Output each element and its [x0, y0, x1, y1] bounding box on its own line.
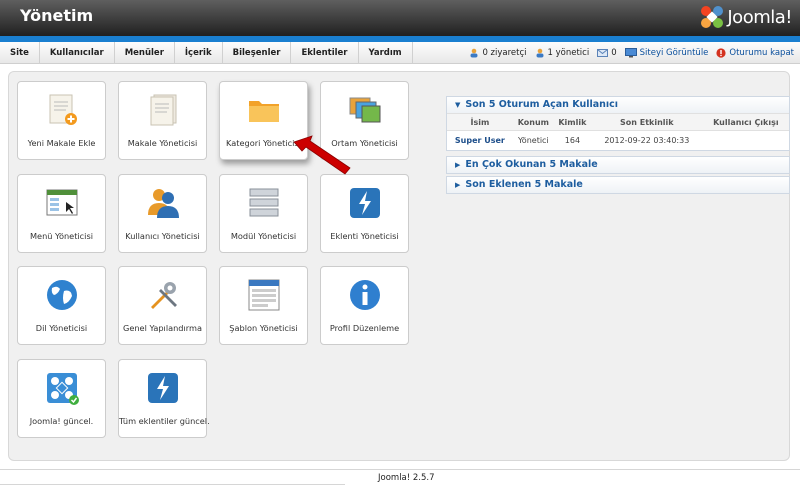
- admins-status: 1 yönetici: [535, 48, 590, 58]
- joomla-update-icon: [47, 373, 79, 405]
- main-menu: Site Kullanıcılar Menüler İçerik Bileşen…: [0, 42, 413, 64]
- footer-divider: [0, 469, 800, 470]
- messages-status[interactable]: 0: [597, 48, 617, 58]
- column-header-location[interactable]: Konum: [512, 113, 554, 131]
- messages-count: 0: [611, 48, 617, 58]
- logout-link[interactable]: Oturumu kapat: [716, 48, 794, 58]
- tile-menu-manager[interactable]: Menü Yöneticisi: [17, 174, 106, 253]
- table-row: Super User Yönetici 164 2012-09-22 03:40…: [447, 131, 789, 150]
- plugin-icon: [350, 188, 380, 218]
- tile-label: Eklenti Yöneticisi: [330, 231, 399, 241]
- footer-version: Joomla! 2.5.7: [378, 473, 435, 483]
- tile-label: Dil Yöneticisi: [35, 323, 88, 333]
- tile-label: Tüm eklentiler güncel.: [119, 416, 210, 426]
- admins-icon: [536, 48, 544, 58]
- annotation-arrow-icon: [293, 135, 351, 175]
- latest-articles-pane[interactable]: ▶ Son Eklenen 5 Makale: [446, 176, 790, 194]
- user-location: Yönetici: [517, 135, 549, 145]
- tools-icon: [151, 282, 177, 309]
- user-name-link[interactable]: Super User: [447, 131, 513, 150]
- tile-label: Joomla! güncel.: [29, 416, 94, 426]
- tile-label: Kullanıcı Yöneticisi: [125, 231, 200, 241]
- caret-down-icon: ▼: [455, 101, 461, 109]
- page-title: Yönetim: [20, 6, 94, 25]
- caret-right-icon: ▶: [455, 181, 461, 189]
- template-icon: [248, 279, 280, 311]
- menu-item-help[interactable]: Yardım: [359, 42, 413, 64]
- info-icon: [350, 280, 380, 310]
- tile-template-manager[interactable]: Şablon Yöneticisi: [219, 266, 308, 345]
- logged-in-users-pane: ▼ Son 5 Oturum Açan Kullanıcı İsim Konum …: [446, 96, 790, 151]
- menu-bar: Site Kullanıcılar Menüler İçerik Bileşen…: [0, 42, 800, 64]
- tile-label: Makale Yöneticisi: [127, 138, 198, 148]
- menu-manager-icon: [46, 189, 78, 216]
- tile-label: Yeni Makale Ekle: [27, 138, 96, 148]
- tile-article-manager[interactable]: Makale Yöneticisi: [118, 81, 207, 160]
- visitors-status: 0 ziyaretçi: [469, 48, 527, 58]
- column-header-logout[interactable]: Kullanıcı Çıkışı: [702, 113, 789, 131]
- view-site-label: Siteyi Görüntüle: [639, 48, 709, 58]
- visitors-icon: [470, 48, 478, 58]
- view-site-link[interactable]: Siteyi Görüntüle: [624, 48, 709, 58]
- logged-in-users-header[interactable]: ▼ Son 5 Oturum Açan Kullanıcı: [447, 97, 789, 113]
- globe-icon: [47, 280, 77, 310]
- logo-text: Joomla!: [727, 6, 792, 28]
- tile-label: Şablon Yöneticisi: [229, 323, 298, 333]
- menu-item-components[interactable]: Bileşenler: [223, 42, 292, 64]
- logout-label: Oturumu kapat: [729, 48, 794, 58]
- latest-articles-header[interactable]: ▶ Son Eklenen 5 Makale: [447, 177, 789, 193]
- admins-count: 1 yönetici: [547, 48, 590, 58]
- tile-plugin-manager[interactable]: Eklenti Yöneticisi: [320, 174, 409, 253]
- menu-item-menus[interactable]: Menüler: [115, 42, 175, 64]
- tile-user-manager[interactable]: Kullanıcı Yöneticisi: [118, 174, 207, 253]
- user-id: 164: [564, 135, 581, 145]
- caret-right-icon: ▶: [455, 161, 461, 169]
- media-icon: [349, 97, 381, 123]
- joomla-logo-icon: [701, 6, 724, 28]
- tile-label: Profil Düzenleme: [329, 323, 400, 333]
- status-bar: 0 ziyaretçi 1 yönetici 0 Siteyi Görüntül…: [469, 42, 794, 64]
- popular-articles-header[interactable]: ▶ En Çok Okunan 5 Makale: [447, 157, 789, 173]
- tile-joomla-update[interactable]: Joomla! güncel.: [17, 359, 106, 438]
- module-icon: [249, 188, 279, 217]
- logged-in-users-table: İsim Konum Kimlik Son Etkinlik Kullanıcı…: [447, 113, 789, 150]
- joomla-logo[interactable]: Joomla!: [699, 4, 792, 30]
- messages-icon: [597, 49, 609, 57]
- monitor-icon: [624, 48, 637, 58]
- tile-label: Modül Yöneticisi: [230, 231, 297, 241]
- pane-title: En Çok Okunan 5 Makale: [465, 159, 598, 170]
- tile-global-config[interactable]: Genel Yapılandırma: [118, 266, 207, 345]
- tile-module-manager[interactable]: Modül Yöneticisi: [219, 174, 308, 253]
- menu-item-site[interactable]: Site: [0, 42, 40, 64]
- user-logout-cell: [703, 131, 789, 150]
- logout-icon: [716, 48, 727, 58]
- tile-language-manager[interactable]: Dil Yöneticisi: [17, 266, 106, 345]
- column-header-last-activity[interactable]: Son Etkinlik: [590, 113, 703, 131]
- menu-item-content[interactable]: İçerik: [175, 42, 223, 64]
- pane-title: Son 5 Oturum Açan Kullanıcı: [465, 99, 619, 110]
- tile-extensions-update[interactable]: Tüm eklentiler güncel.: [118, 359, 210, 438]
- column-header-id[interactable]: Kimlik: [553, 113, 591, 131]
- folder-icon: [249, 101, 279, 122]
- user-last-activity: 2012-09-22 03:40:33: [604, 135, 690, 145]
- tile-label: Genel Yapılandırma: [122, 323, 202, 333]
- control-panel: Yeni Makale Ekle Makale Yöneticisi Kateg…: [8, 71, 790, 461]
- article-manager-icon: [150, 94, 177, 126]
- column-header-name[interactable]: İsim: [447, 113, 513, 131]
- visitors-count: 0 ziyaretçi: [482, 48, 527, 58]
- users-icon: [148, 189, 179, 218]
- menu-item-users[interactable]: Kullanıcılar: [40, 42, 115, 64]
- extensions-update-icon: [148, 373, 178, 403]
- new-article-icon: [49, 94, 77, 125]
- tile-new-article[interactable]: Yeni Makale Ekle: [17, 81, 106, 160]
- footer-divider-bottom: [0, 484, 345, 485]
- pane-title: Son Eklenen 5 Makale: [465, 179, 583, 190]
- tile-label: Menü Yöneticisi: [29, 231, 94, 241]
- popular-articles-pane[interactable]: ▶ En Çok Okunan 5 Makale: [446, 156, 790, 174]
- tile-edit-profile[interactable]: Profil Düzenleme: [320, 266, 409, 345]
- admin-header: Yönetim Joomla!: [0, 0, 800, 36]
- menu-item-extensions[interactable]: Eklentiler: [291, 42, 359, 64]
